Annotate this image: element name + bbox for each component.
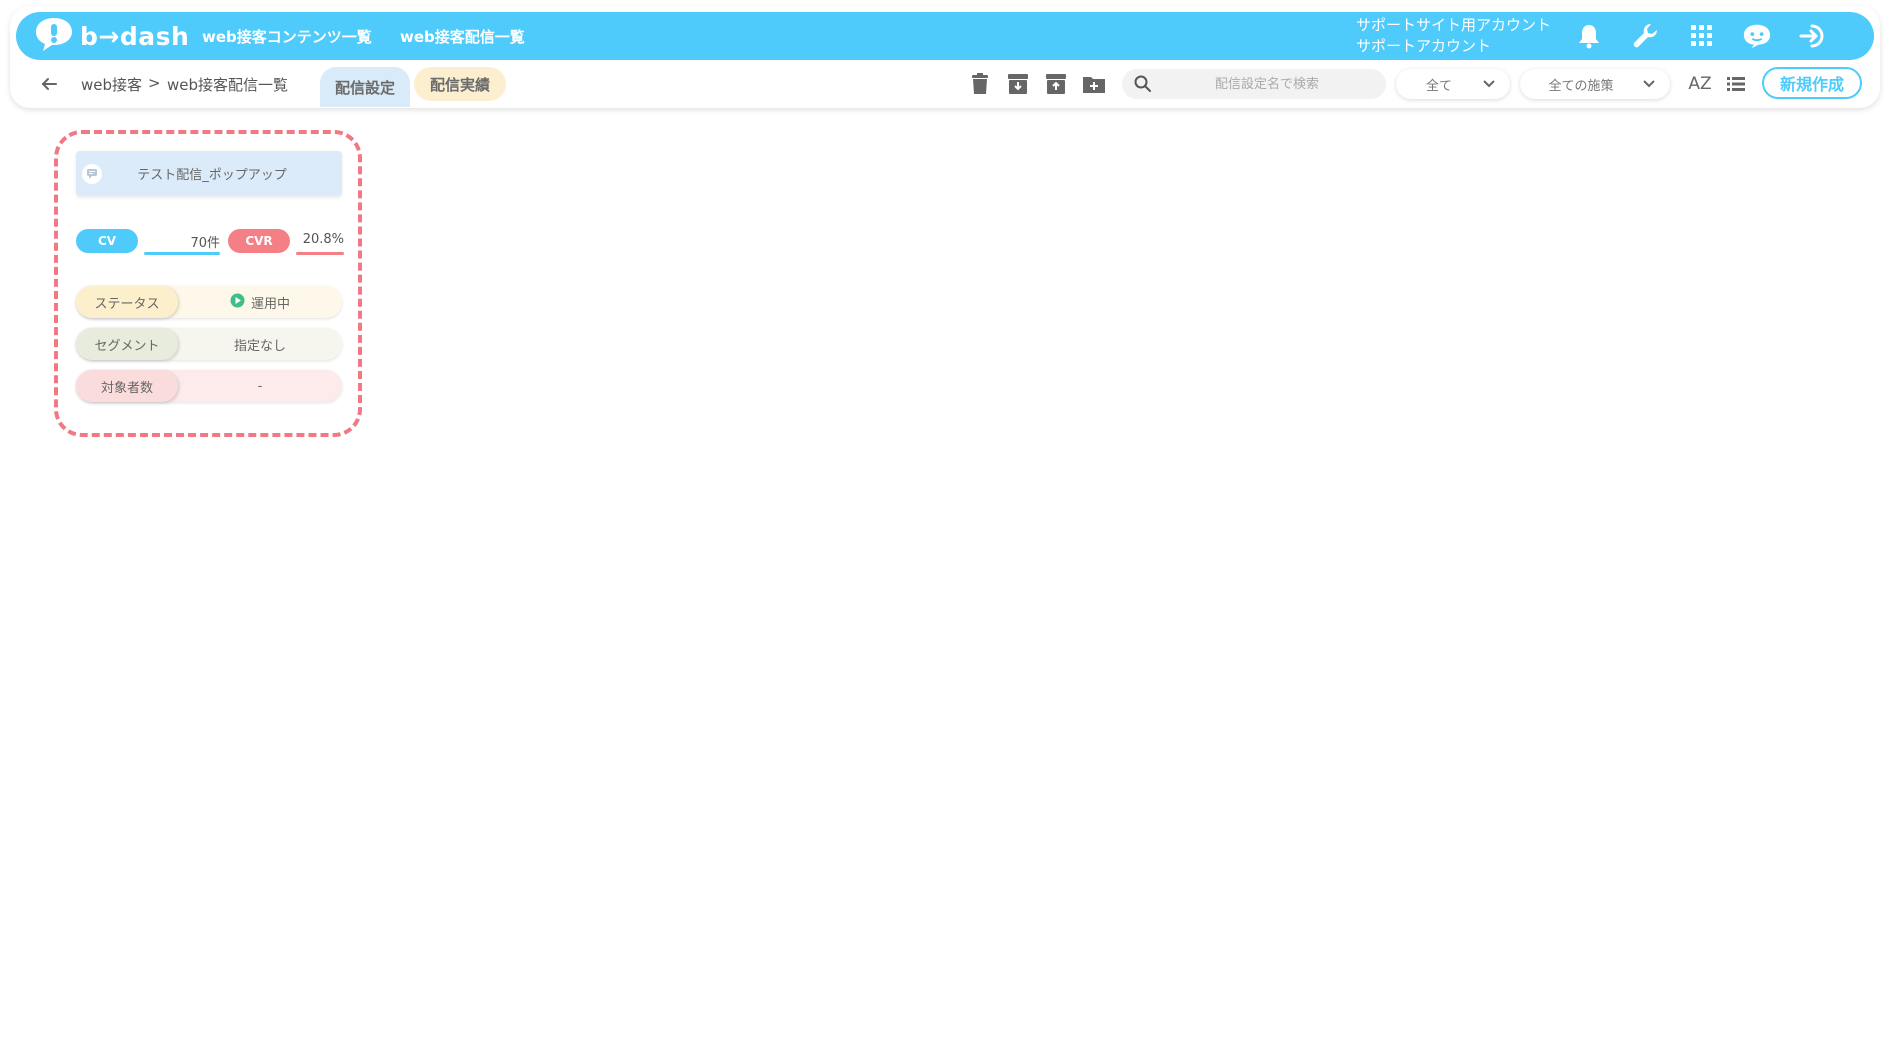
cvr-badge: CVR	[228, 229, 290, 253]
chevron-down-icon	[1482, 79, 1504, 89]
tab-delivery-results[interactable]: 配信実績	[414, 67, 506, 101]
search-input[interactable]	[1162, 69, 1372, 99]
back-arrow-icon[interactable]	[38, 73, 60, 95]
create-new-button[interactable]: 新規作成	[1762, 67, 1862, 99]
trash-icon[interactable]	[967, 71, 993, 97]
status-filter-value: 全て	[1425, 78, 1452, 94]
archive-upload-icon[interactable]	[1043, 71, 1069, 97]
segment-label: セグメント	[76, 328, 178, 360]
status-label: ステータス	[76, 286, 178, 318]
bell-icon[interactable]	[1574, 21, 1604, 51]
search-icon	[1134, 75, 1152, 97]
delivery-card-title-text: テスト配信_ポップアップ	[137, 168, 287, 183]
target-count-value: -	[257, 378, 263, 394]
grid-icon[interactable]	[1687, 21, 1717, 51]
toolbar: web接客 > web接客配信一覧 配信設定 配信実績 配信設定名で検索 全て …	[0, 62, 1890, 107]
archive-download-icon[interactable]	[1005, 71, 1031, 97]
nav-web-contents-list[interactable]: web接客コンテンツ一覧	[202, 26, 372, 47]
breadcrumb-separator: >	[148, 74, 161, 92]
target-count-label: 対象者数	[76, 370, 178, 402]
cv-underline	[144, 252, 220, 255]
search-box	[1122, 69, 1386, 99]
status-value-text: 運用中	[250, 296, 290, 312]
measure-filter-value: 全ての施策	[1548, 78, 1614, 94]
status-filter-select[interactable]: 全て	[1396, 69, 1510, 99]
top-navigation-bar: b→dash web接客コンテンツ一覧 web接客配信一覧 サポートサイト用アカ…	[16, 12, 1874, 60]
breadcrumb-root[interactable]: web接客	[81, 74, 142, 95]
play-circle-icon	[230, 293, 245, 312]
chevron-down-icon	[1642, 79, 1664, 89]
tab-delivery-settings[interactable]: 配信設定	[320, 67, 410, 107]
cvr-underline	[296, 252, 344, 255]
account-name: サポートサイト用アカウント	[1356, 16, 1552, 34]
logo-text: b→dash	[80, 21, 190, 51]
sort-az-icon[interactable]: AZ	[1685, 71, 1715, 97]
logout-icon[interactable]	[1798, 21, 1828, 51]
cv-value: 70件	[190, 236, 220, 251]
folder-add-icon[interactable]	[1081, 71, 1107, 97]
cvr-value: 20.8%	[302, 232, 344, 247]
status-value: 運用中	[180, 286, 340, 318]
account-info[interactable]: サポートサイト用アカウント サポートアカウント	[1356, 15, 1551, 57]
cv-badge: CV	[76, 229, 138, 253]
segment-value: 指定なし	[233, 338, 286, 354]
account-user: サポートアカウント	[1356, 37, 1492, 55]
brand-logo[interactable]: b→dash	[34, 16, 189, 56]
measure-filter-select[interactable]: 全ての施策	[1520, 69, 1670, 99]
list-view-icon[interactable]	[1723, 71, 1749, 97]
breadcrumb-current: web接客配信一覧	[167, 76, 289, 94]
chat-bubble-icon	[82, 163, 102, 184]
nav-web-delivery-list[interactable]: web接客配信一覧	[400, 26, 525, 47]
chat-robot-icon[interactable]	[1742, 21, 1772, 51]
logo-bubble-icon	[34, 16, 74, 56]
delivery-card-title[interactable]: テスト配信_ポップアップ	[76, 151, 342, 196]
wrench-icon[interactable]	[1630, 21, 1660, 51]
